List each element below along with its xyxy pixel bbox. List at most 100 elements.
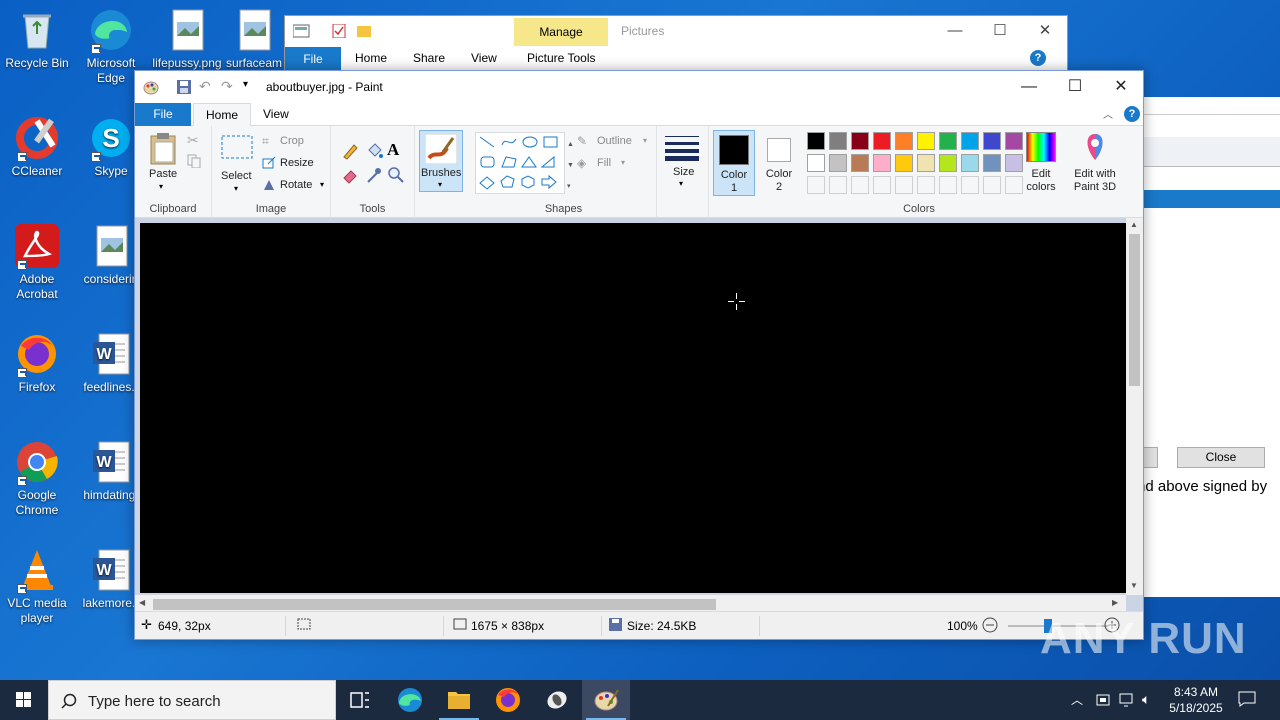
color1-button[interactable]: Color 1: [713, 130, 755, 196]
save-icon[interactable]: [177, 80, 191, 97]
palette-color-swatch[interactable]: [961, 176, 979, 194]
palette-color-swatch[interactable]: [851, 132, 869, 150]
desktop-icon-vlc[interactable]: VLC media player: [0, 548, 74, 626]
palette-color-swatch[interactable]: [939, 154, 957, 172]
palette-color-swatch[interactable]: [917, 154, 935, 172]
color-picker-icon[interactable]: [365, 166, 383, 184]
palette-color-swatch[interactable]: [851, 176, 869, 194]
palette-color-swatch[interactable]: [983, 154, 1001, 172]
taskbar-paint[interactable]: [582, 680, 630, 720]
explorer-tab-file[interactable]: File: [285, 47, 341, 71]
palette-color-swatch[interactable]: [939, 176, 957, 194]
close-button[interactable]: ✕: [1098, 71, 1144, 103]
palette-color-swatch[interactable]: [829, 176, 847, 194]
palette-color-swatch[interactable]: [895, 132, 913, 150]
palette-color-swatch[interactable]: [961, 132, 979, 150]
taskbar-edge[interactable]: [386, 680, 434, 720]
redo-icon[interactable]: ↷: [221, 78, 233, 95]
desktop-icon-google-chrome[interactable]: Google Chrome: [0, 440, 74, 518]
outline-button[interactable]: ✎ Outline ▾: [577, 134, 653, 150]
crop-button[interactable]: ⌗ Crop: [262, 134, 322, 150]
taskbar-file-explorer[interactable]: [435, 680, 483, 720]
pencil-icon[interactable]: [341, 142, 359, 160]
shapes-scroll-icon[interactable]: ▲ ▼ ▾: [567, 134, 574, 197]
taskbar-firefox[interactable]: [484, 680, 532, 720]
drawing-canvas[interactable]: [140, 223, 1127, 593]
start-button[interactable]: [0, 680, 48, 720]
taskbar-app[interactable]: [533, 680, 581, 720]
paste-button[interactable]: Paste ▾: [147, 132, 183, 192]
taskbar-search[interactable]: Type here to search: [48, 680, 336, 720]
tab-view[interactable]: View: [253, 103, 299, 126]
tab-home[interactable]: Home: [193, 103, 252, 127]
dialog-close-button[interactable]: Close: [1177, 447, 1265, 468]
explorer-tab-share[interactable]: Share: [413, 51, 445, 65]
rotate-button[interactable]: Rotate ▾: [262, 178, 328, 194]
edit-colors-button[interactable]: Edit colors: [1021, 130, 1061, 196]
tab-file[interactable]: File: [135, 103, 191, 126]
collapse-ribbon-icon[interactable]: ︿: [1103, 106, 1113, 121]
minimize-button[interactable]: —: [932, 16, 978, 46]
desktop-icon-recycle-bin[interactable]: Recycle Bin: [0, 8, 74, 71]
palette-color-swatch[interactable]: [873, 176, 891, 194]
shapes-gallery[interactable]: [475, 132, 565, 194]
minimize-button[interactable]: —: [1006, 71, 1052, 103]
palette-color-swatch[interactable]: [895, 176, 913, 194]
maximize-button[interactable]: ☐: [977, 16, 1023, 46]
palette-color-swatch[interactable]: [851, 154, 869, 172]
palette-color-swatch[interactable]: [829, 132, 847, 150]
network-adapter-icon[interactable]: [1096, 692, 1110, 711]
palette-color-swatch[interactable]: [807, 132, 825, 150]
desktop-icon-lifepussy[interactable]: lifepussy.png: [150, 8, 224, 71]
palette-color-swatch[interactable]: [807, 154, 825, 172]
close-button[interactable]: ✕: [1022, 16, 1068, 46]
clock[interactable]: 8:43 AM 5/18/2025: [1166, 684, 1226, 716]
palette-color-swatch[interactable]: [983, 132, 1001, 150]
desktop-icon-surfaceam[interactable]: surfaceam: [224, 8, 284, 71]
color2-button[interactable]: Color 2: [759, 130, 801, 196]
show-hidden-icons[interactable]: ︿: [1071, 691, 1083, 708]
help-icon[interactable]: ?: [1124, 106, 1140, 122]
brushes-button[interactable]: Brushes ▾: [419, 130, 463, 192]
explorer-tab-view[interactable]: View: [471, 51, 497, 65]
explorer-tab-home[interactable]: Home: [355, 51, 387, 65]
dialog-hidden-button[interactable]: [1143, 447, 1158, 468]
palette-color-swatch[interactable]: [873, 132, 891, 150]
vertical-scrollbar[interactable]: ▲ ▼: [1126, 218, 1143, 595]
notifications-icon[interactable]: [1238, 691, 1256, 710]
cut-icon[interactable]: ✂: [187, 132, 199, 149]
help-icon[interactable]: ?: [1030, 50, 1046, 66]
palette-color-swatch[interactable]: [873, 154, 891, 172]
maximize-button[interactable]: ☐: [1052, 71, 1098, 103]
horizontal-scroll-thumb[interactable]: [153, 599, 716, 610]
desktop-icon-adobe-acrobat[interactable]: Adobe Acrobat: [0, 224, 74, 302]
palette-color-swatch[interactable]: [807, 176, 825, 194]
desktop-icon-ccleaner[interactable]: CCleaner: [0, 116, 74, 179]
edit-with-paint3d-button[interactable]: Edit with Paint 3D: [1065, 130, 1125, 196]
task-view-button[interactable]: [336, 680, 384, 720]
copy-icon[interactable]: [187, 154, 201, 171]
fill-bucket-icon[interactable]: [365, 142, 383, 160]
desktop-icon-firefox[interactable]: Firefox: [0, 332, 74, 395]
manage-tab-header[interactable]: Manage: [514, 18, 608, 46]
palette-color-swatch[interactable]: [961, 154, 979, 172]
network-icon[interactable]: [1118, 692, 1136, 711]
palette-color-swatch[interactable]: [895, 154, 913, 172]
palette-color-swatch[interactable]: [917, 132, 935, 150]
zoom-out-icon[interactable]: [982, 617, 998, 636]
eraser-icon[interactable]: [341, 166, 359, 184]
explorer-tab-picture-tools[interactable]: Picture Tools: [527, 51, 595, 65]
palette-color-swatch[interactable]: [829, 154, 847, 172]
volume-icon[interactable]: 🔈︎: [1142, 691, 1150, 708]
palette-color-swatch[interactable]: [983, 176, 1001, 194]
palette-color-swatch[interactable]: [939, 132, 957, 150]
fill-button[interactable]: ◈ Fill ▾: [577, 156, 637, 172]
undo-icon[interactable]: ↶: [199, 78, 211, 95]
select-button[interactable]: Select ▾: [220, 132, 254, 193]
palette-color-swatch[interactable]: [917, 176, 935, 194]
vertical-scroll-thumb[interactable]: [1129, 234, 1140, 386]
magnifier-icon[interactable]: [387, 166, 405, 184]
resize-button[interactable]: Resize: [262, 156, 322, 172]
customize-qat-icon[interactable]: ▾: [243, 79, 248, 90]
text-tool-icon[interactable]: A: [387, 140, 405, 159]
